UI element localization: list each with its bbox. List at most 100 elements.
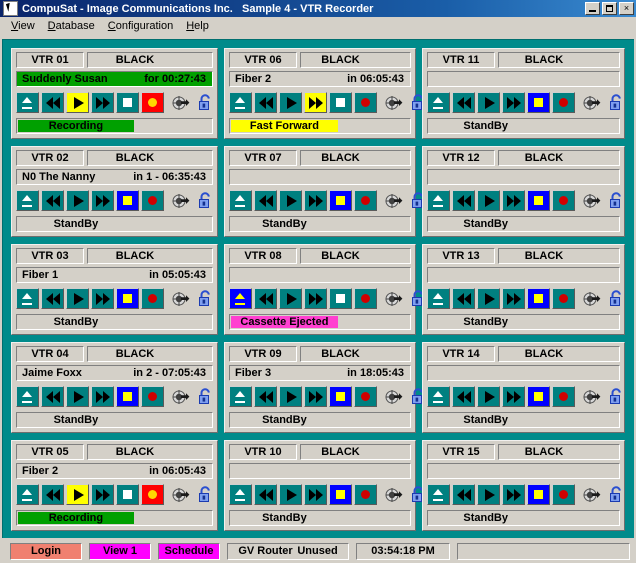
record-button[interactable] xyxy=(354,386,377,407)
route-icon[interactable] xyxy=(384,288,404,309)
lock-icon[interactable] xyxy=(195,484,215,505)
rewind-button[interactable] xyxy=(254,484,277,505)
maximize-button[interactable] xyxy=(602,2,617,15)
vtr-source-label[interactable]: BLACK xyxy=(87,444,213,460)
eject-button[interactable] xyxy=(427,386,450,407)
lock-icon[interactable] xyxy=(195,386,215,407)
rewind-button[interactable] xyxy=(452,92,475,113)
record-button[interactable] xyxy=(354,484,377,505)
record-button[interactable] xyxy=(552,288,575,309)
stop-button[interactable] xyxy=(116,386,139,407)
play-button[interactable] xyxy=(279,484,302,505)
vtr-name-label[interactable]: VTR 10 xyxy=(229,444,297,460)
vtr-source-label[interactable]: BLACK xyxy=(498,444,620,460)
rewind-button[interactable] xyxy=(41,92,64,113)
rewind-button[interactable] xyxy=(254,92,277,113)
play-button[interactable] xyxy=(477,288,500,309)
fast-forward-button[interactable] xyxy=(502,92,525,113)
vtr-name-label[interactable]: VTR 06 xyxy=(229,52,297,68)
route-icon[interactable] xyxy=(171,92,191,113)
vtr-name-label[interactable]: VTR 03 xyxy=(16,248,84,264)
record-button[interactable] xyxy=(552,386,575,407)
record-button[interactable] xyxy=(141,484,164,505)
rewind-button[interactable] xyxy=(41,190,64,211)
fast-forward-button[interactable] xyxy=(304,190,327,211)
play-button[interactable] xyxy=(66,484,89,505)
rewind-button[interactable] xyxy=(254,190,277,211)
eject-button[interactable] xyxy=(427,288,450,309)
eject-button[interactable] xyxy=(427,190,450,211)
route-icon[interactable] xyxy=(384,386,404,407)
play-button[interactable] xyxy=(66,190,89,211)
menu-item-help[interactable]: Help xyxy=(180,19,216,33)
stop-button[interactable] xyxy=(116,92,139,113)
eject-button[interactable] xyxy=(229,484,252,505)
fast-forward-button[interactable] xyxy=(91,92,114,113)
eject-button[interactable] xyxy=(16,92,39,113)
record-button[interactable] xyxy=(354,92,377,113)
vtr-source-label[interactable]: BLACK xyxy=(87,248,213,264)
vtr-name-label[interactable]: VTR 11 xyxy=(427,52,495,68)
vtr-name-label[interactable]: VTR 04 xyxy=(16,346,84,362)
stop-button[interactable] xyxy=(527,190,550,211)
play-button[interactable] xyxy=(477,92,500,113)
vtr-name-label[interactable]: VTR 01 xyxy=(16,52,84,68)
stop-button[interactable] xyxy=(116,190,139,211)
rewind-button[interactable] xyxy=(41,484,64,505)
fast-forward-button[interactable] xyxy=(304,386,327,407)
stop-button[interactable] xyxy=(527,386,550,407)
route-icon[interactable] xyxy=(582,386,602,407)
lock-icon[interactable] xyxy=(195,288,215,309)
play-button[interactable] xyxy=(477,484,500,505)
fast-forward-button[interactable] xyxy=(502,190,525,211)
stop-button[interactable] xyxy=(329,92,352,113)
route-icon[interactable] xyxy=(384,484,404,505)
lock-icon[interactable] xyxy=(606,386,626,407)
vtr-source-label[interactable]: BLACK xyxy=(498,346,620,362)
vtr-source-label[interactable]: BLACK xyxy=(300,150,411,166)
vtr-name-label[interactable]: VTR 02 xyxy=(16,150,84,166)
vtr-name-label[interactable]: VTR 12 xyxy=(427,150,495,166)
route-icon[interactable] xyxy=(171,288,191,309)
stop-button[interactable] xyxy=(116,288,139,309)
vtr-name-label[interactable]: VTR 08 xyxy=(229,248,297,264)
vtr-source-label[interactable]: BLACK xyxy=(300,248,411,264)
vtr-name-label[interactable]: VTR 14 xyxy=(427,346,495,362)
route-icon[interactable] xyxy=(582,484,602,505)
rewind-button[interactable] xyxy=(452,386,475,407)
vtr-source-label[interactable]: BLACK xyxy=(300,52,411,68)
vtr-source-label[interactable]: BLACK xyxy=(498,52,620,68)
eject-button[interactable] xyxy=(229,288,252,309)
rewind-button[interactable] xyxy=(452,484,475,505)
vtr-source-label[interactable]: BLACK xyxy=(498,150,620,166)
stop-button[interactable] xyxy=(527,92,550,113)
record-button[interactable] xyxy=(141,92,164,113)
route-icon[interactable] xyxy=(384,190,404,211)
stop-button[interactable] xyxy=(329,190,352,211)
vtr-source-label[interactable]: BLACK xyxy=(87,52,213,68)
play-button[interactable] xyxy=(477,386,500,407)
play-button[interactable] xyxy=(279,92,302,113)
close-button[interactable]: × xyxy=(619,2,634,15)
stop-button[interactable] xyxy=(329,288,352,309)
stop-button[interactable] xyxy=(116,484,139,505)
lock-icon[interactable] xyxy=(195,92,215,113)
fast-forward-button[interactable] xyxy=(502,386,525,407)
eject-button[interactable] xyxy=(229,386,252,407)
vtr-name-label[interactable]: VTR 05 xyxy=(16,444,84,460)
record-button[interactable] xyxy=(354,288,377,309)
rewind-button[interactable] xyxy=(254,386,277,407)
lock-icon[interactable] xyxy=(606,288,626,309)
play-button[interactable] xyxy=(279,386,302,407)
route-icon[interactable] xyxy=(171,386,191,407)
play-button[interactable] xyxy=(477,190,500,211)
eject-button[interactable] xyxy=(16,190,39,211)
eject-button[interactable] xyxy=(16,386,39,407)
route-icon[interactable] xyxy=(171,484,191,505)
menu-item-view[interactable]: View xyxy=(5,19,42,33)
route-icon[interactable] xyxy=(384,92,404,113)
route-icon[interactable] xyxy=(582,288,602,309)
vtr-source-label[interactable]: BLACK xyxy=(300,346,411,362)
rewind-button[interactable] xyxy=(41,288,64,309)
vtr-name-label[interactable]: VTR 09 xyxy=(229,346,297,362)
